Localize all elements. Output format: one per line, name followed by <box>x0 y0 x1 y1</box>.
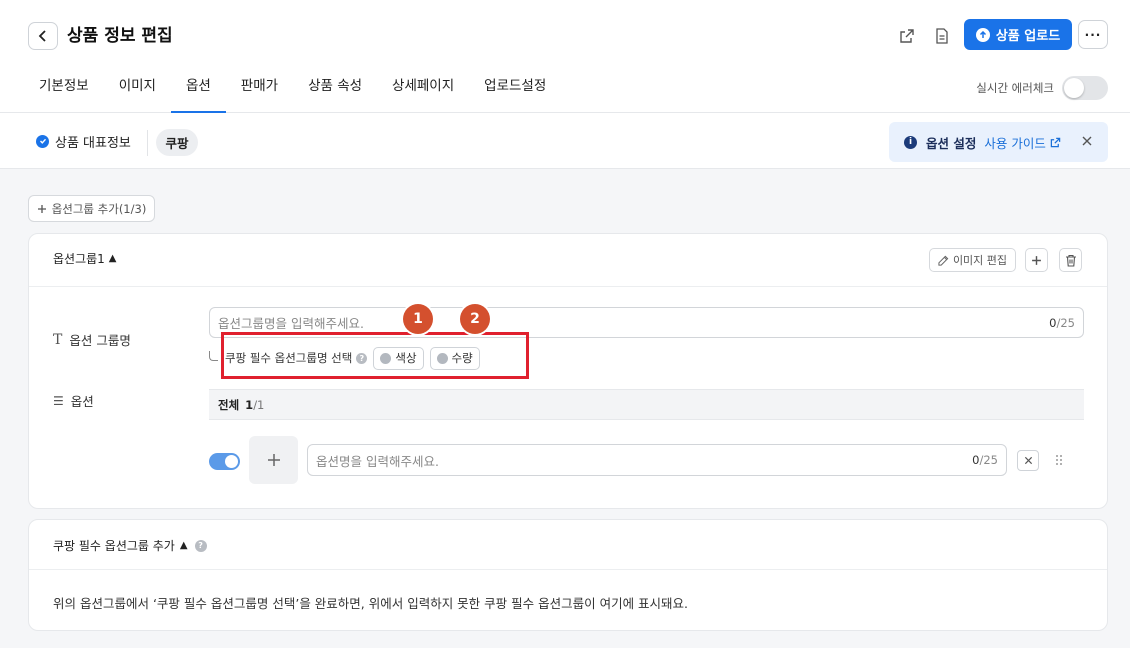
edit-icon <box>938 255 949 266</box>
check-circle-icon <box>36 134 49 148</box>
required-groups-card: 쿠팡 필수 옵션그룹 추가 ▲ ? 위의 옵션그룹에서 ‘쿠팡 필수 옵션그룹명… <box>28 519 1108 631</box>
option-guide-banner: i 옵션 설정 사용 가이드 <box>889 122 1108 162</box>
delete-group-button[interactable] <box>1059 248 1082 272</box>
tab-bar: 기본정보 이미지 옵션 판매가 상품 속성 상세페이지 업로드설정 <box>24 64 561 113</box>
required-groups-title[interactable]: 쿠팡 필수 옵션그룹 추가 ▲ ? <box>53 537 207 554</box>
annotation-badge-1: 1 <box>403 304 433 334</box>
sub-bar: 상품 대표정보 쿠팡 i 옵션 설정 사용 가이드 <box>0 113 1130 169</box>
document-button[interactable] <box>928 22 956 50</box>
option-enabled-toggle[interactable] <box>209 453 240 470</box>
rep-info-label: 상품 대표정보 <box>55 135 131 151</box>
usage-guide-link[interactable]: 사용 가이드 <box>984 133 1061 152</box>
external-link-icon <box>1050 137 1061 147</box>
tab-upload-settings[interactable]: 업로드설정 <box>469 64 561 113</box>
tab-detail-page[interactable]: 상세페이지 <box>377 64 469 113</box>
back-button[interactable] <box>28 22 58 50</box>
external-link-icon <box>900 29 914 43</box>
info-icon: i <box>904 135 917 149</box>
guide-title: 옵션 설정 <box>926 135 977 151</box>
add-option-button[interactable] <box>1025 248 1048 272</box>
group-name-counter: 0/25 <box>1049 316 1075 330</box>
hook-arrow-icon <box>209 351 218 361</box>
realtime-check-label: 실시간 에러체크 <box>976 81 1054 95</box>
close-icon <box>1024 456 1032 465</box>
upload-label: 상품 업로드 <box>995 29 1061 44</box>
realtime-error-check: 실시간 에러체크 <box>976 76 1108 100</box>
collapse-triangle-icon: ▲ <box>179 540 188 551</box>
plus-icon <box>267 454 280 466</box>
document-icon <box>936 28 948 44</box>
rep-info-tab[interactable]: 상품 대표정보 <box>36 128 131 154</box>
highlight-box <box>221 332 529 379</box>
divider <box>147 130 148 156</box>
edit-image-button[interactable]: 이미지 편집 <box>929 248 1016 272</box>
option-name-input[interactable]: 옵션명을 입력해주세요. 0/25 <box>307 444 1007 476</box>
group-name-row-label: T 옵션 그룹명 <box>53 331 131 349</box>
plus-icon <box>1032 255 1041 265</box>
tab-image[interactable]: 이미지 <box>104 64 171 113</box>
tab-option[interactable]: 옵션 <box>170 64 226 113</box>
option-group-card: 옵션그룹1 ▲ 이미지 편집 T 옵션 그룹명 옵션그룹명을 입력해주세요. 0… <box>28 233 1108 509</box>
options-list-header: 전체 1/1 <box>209 389 1084 420</box>
realtime-check-toggle[interactable] <box>1062 76 1108 100</box>
option-name-counter: 0/25 <box>972 453 998 467</box>
text-type-icon: T <box>53 331 63 348</box>
drag-handle-icon[interactable] <box>1055 454 1063 466</box>
option-group-header: 옵션그룹1 ▲ 이미지 편집 <box>29 234 1107 287</box>
tab-basic-info[interactable]: 기본정보 <box>24 64 104 113</box>
trash-icon <box>1065 254 1076 267</box>
plus-icon <box>37 204 46 213</box>
required-groups-description: 위의 옵션그룹에서 ‘쿠팡 필수 옵션그룹명 선택’을 완료하면, 위에서 입력… <box>53 596 689 611</box>
upload-arrow-icon <box>975 27 990 42</box>
tab-price[interactable]: 판매가 <box>226 64 293 113</box>
collapse-triangle-icon: ▲ <box>108 253 117 264</box>
chevron-left-icon <box>38 30 46 42</box>
page-title: 상품 정보 편집 <box>67 26 173 46</box>
required-groups-header: 쿠팡 필수 옵션그룹 추가 ▲ ? <box>29 520 1107 570</box>
option-group-title[interactable]: 옵션그룹1 ▲ <box>53 250 117 267</box>
remove-option-button[interactable] <box>1017 450 1039 471</box>
external-link-button[interactable] <box>893 22 921 50</box>
add-option-group-button[interactable]: 옵션그룹 추가(1/3) <box>28 195 155 222</box>
more-button[interactable]: ··· <box>1078 20 1108 49</box>
add-option-image-button[interactable] <box>249 436 298 484</box>
annotation-badge-2: 2 <box>460 304 490 334</box>
market-chip-coupang[interactable]: 쿠팡 <box>156 129 198 156</box>
options-row-label: ☰ 옵션 <box>53 393 94 410</box>
upload-product-button[interactable]: 상품 업로드 <box>964 19 1072 50</box>
list-icon: ☰ <box>53 393 64 408</box>
close-icon[interactable] <box>1080 134 1094 148</box>
tab-attributes[interactable]: 상품 속성 <box>293 64 377 113</box>
top-bar: 상품 정보 편집 상품 업로드 ··· 기본정보 이미지 옵션 판매가 상품 속… <box>0 0 1130 113</box>
help-icon[interactable]: ? <box>194 539 207 552</box>
